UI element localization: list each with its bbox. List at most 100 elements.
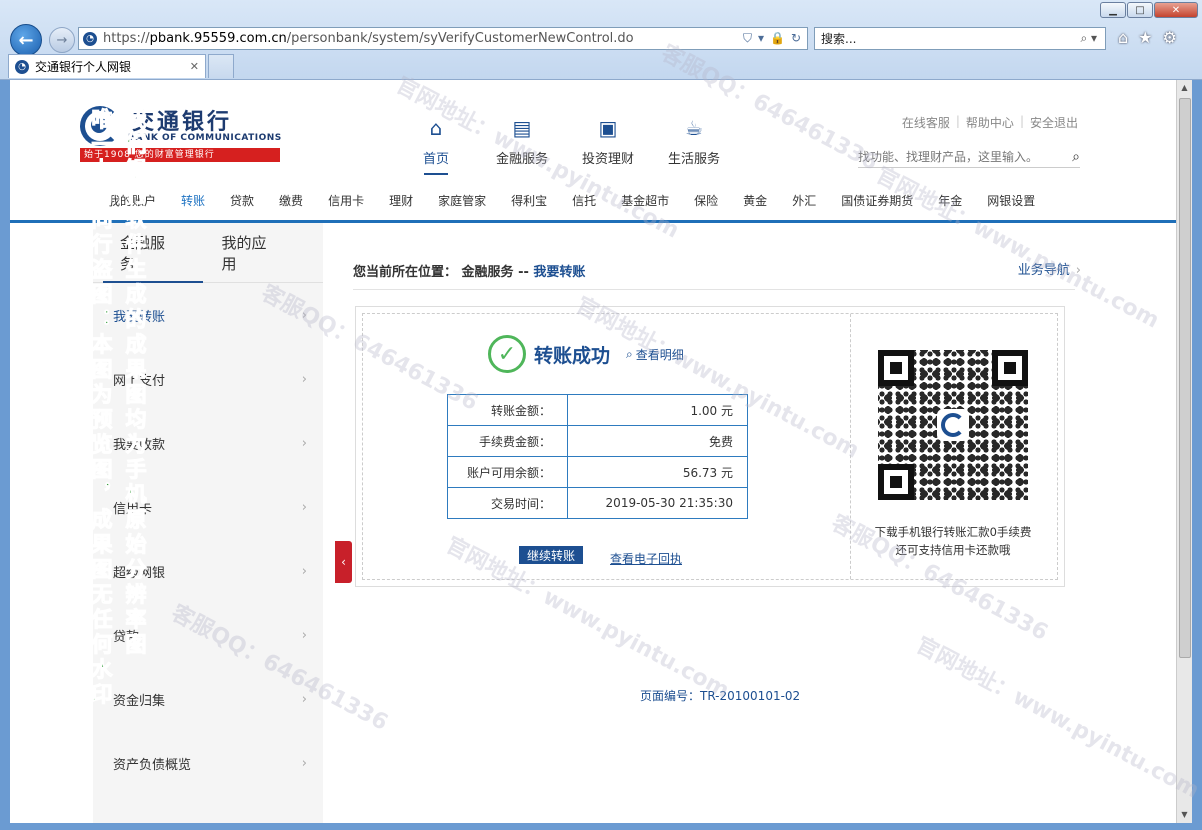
subnav-transfer[interactable]: 转账 [181,192,205,209]
online-service-link[interactable]: 在线客服 [902,114,950,131]
tab-financial-services[interactable]: 金融服务 [120,232,180,274]
menu-item-assets-overview[interactable]: 资产负债概览 › [93,731,323,795]
close-window-button[interactable]: ✕ [1154,2,1198,18]
back-button[interactable]: ← [10,24,42,56]
continue-transfer-button[interactable]: 继续转账 [519,546,583,564]
active-tab-indicator [103,281,203,283]
breadcrumb: 您当前所在位置： 金融服务 -- 我要转账 [353,261,585,280]
scroll-down-icon[interactable]: ▼ [1177,807,1192,823]
topnav-home[interactable]: ⌂ 首页 [408,116,464,175]
url-text[interactable]: https://pbank.95559.com.cn/personbank/sy… [103,31,743,46]
vertical-divider [850,314,851,579]
home-icon[interactable]: ⌂ [1118,28,1128,47]
view-receipt-link[interactable]: 查看电子回执 [610,550,682,567]
subnav-credit-card[interactable]: 信用卡 [328,192,364,209]
vertical-scrollbar[interactable]: ▲ ▼ [1176,80,1192,823]
view-details-link[interactable]: ⌕ 查看明细 [626,346,684,363]
sub-nav: 我的账户 转账 贷款 缴费 信用卡 理财 家庭管家 得利宝 信托 基金超市 保险… [108,192,1060,209]
shield-icon[interactable]: ⛉ [743,31,752,46]
menu-item-cash-pooling[interactable]: 资金归集 › [93,667,323,731]
qr-finder [878,464,914,500]
subnav-gold[interactable]: 黄金 [743,192,767,209]
business-guide-link[interactable]: 业务导航 › [1018,259,1081,278]
subnav-wealth[interactable]: 理财 [389,192,413,209]
site-search-input[interactable]: 找功能、找理财产品，这里输入。 [858,148,1038,165]
tab-title: 交通银行个人网银 [35,60,132,74]
forward-button[interactable]: → [49,27,75,53]
close-tab-icon[interactable]: ✕ [190,60,199,73]
subnav-loan[interactable]: 贷款 [230,192,254,209]
browser-search-placeholder: 搜索... [821,32,857,46]
menu-item-online-payment[interactable]: 网上支付 › [93,347,323,411]
topnav-label: 首页 [422,152,449,167]
subnav-bonds[interactable]: 国债证券期货 [841,192,913,209]
gear-icon[interactable]: ⚙ [1163,28,1177,47]
subnav-annuity[interactable]: 年金 [938,192,962,209]
home-icon: ⌂ [429,116,443,140]
topnav-life[interactable]: ☕ 生活服务 [666,116,722,175]
menu-item-transfer[interactable]: 我要转账 › [93,283,323,347]
left-menu: 我要转账 › 网上支付 › 我要收款 › 信用卡 › 超级网银 › 贷款 › 资金归集 › 资… [93,283,323,795]
dropdown-icon[interactable]: ▾ [758,31,764,46]
browser-search-box[interactable]: 搜索... ⌕ ▾ [814,27,1106,50]
subnav-forex[interactable]: 外汇 [792,192,816,209]
page-viewport: 交通银行 BANK OF COMMUNICATIONS 始于1908 您的财富管… [10,80,1176,823]
field-value: 2019-05-30 21:35:30 [567,487,748,519]
chevron-right-icon: › [301,755,307,771]
chevron-right-icon: › [301,371,307,387]
site-search[interactable]: 找功能、找理财产品，这里输入。 ⌕ [858,146,1080,168]
menu-item-label: 我要收款 [113,437,166,453]
subnav-insurance[interactable]: 保险 [694,192,718,209]
menu-item-label: 资产负债概览 [113,757,192,773]
menu-item-super-ebank[interactable]: 超级网银 › [93,539,323,603]
field-value: 56.73 元 [567,456,748,488]
menu-item-credit-card[interactable]: 信用卡 › [93,475,323,539]
top-nav: ⌂ 首页 ▤ 金融服务 ▣ 投资理财 ☕ 生活服务 [408,116,722,175]
tab-my-apps[interactable]: 我的应用 [222,232,282,274]
star-icon[interactable]: ★ [1138,28,1152,47]
browser-tab[interactable]: ◔ 交通银行个人网银 ✕ [8,54,206,78]
field-value: 免费 [567,425,748,457]
subnav-settings[interactable]: 网银设置 [987,192,1035,209]
window-controls: ▁ □ ✕ [1100,2,1198,18]
divider: | [1019,114,1024,128]
qr-caption-line: 还可支持信用卡还款哦 [895,543,1011,557]
menu-item-loan[interactable]: 贷款 › [93,603,323,667]
success-banner: ✓ 转账成功 ⌕ 查看明细 [488,335,684,373]
business-guide-label: 业务导航 [1017,263,1070,278]
qr-caption-line: 下载手机银行转账汇款0手续费 [874,525,1032,539]
table-row: 手续费金额： 免费 [447,425,748,457]
topnav-finance[interactable]: ▤ 金融服务 [494,116,550,175]
address-bar[interactable]: ◔ https://pbank.95559.com.cn/personbank/… [78,27,808,50]
subnav-family[interactable]: 家庭管家 [438,192,486,209]
scroll-up-icon[interactable]: ▲ [1177,80,1192,96]
subnav-fund[interactable]: 基金超市 [621,192,669,209]
logo-chinese-name: 交通银行 [132,109,233,135]
table-row: 账户可用余额： 56.73 元 [447,456,748,488]
breadcrumb-parent[interactable]: 金融服务 [462,265,514,280]
field-label: 转账金额： [447,394,568,426]
topnav-investment[interactable]: ▣ 投资理财 [580,116,636,175]
minimize-button[interactable]: ▁ [1100,2,1126,18]
subnav-my-account[interactable]: 我的账户 [108,192,156,209]
bank-logo[interactable]: 交通银行 BANK OF COMMUNICATIONS 始于1908 您的财富管… [80,106,285,164]
top-links: 在线客服 | 帮助中心 | 安全退出 [902,114,1078,131]
new-tab-button[interactable] [208,54,234,78]
refresh-icon[interactable]: ↻ [791,31,801,46]
search-icon[interactable]: ⌕ ▾ [1080,31,1105,46]
success-title: 转账成功 [534,344,611,367]
page-number: 页面编号：TR-20100101-02 [640,689,801,703]
lock-icon[interactable]: 🔒 [770,31,785,46]
chevron-right-icon: › [301,307,307,323]
subnav-delibao[interactable]: 得利宝 [511,192,547,209]
subnav-payment[interactable]: 缴费 [279,192,303,209]
subnav-trust[interactable]: 信托 [572,192,596,209]
scroll-thumb[interactable] [1179,98,1191,658]
arrow-left-icon: ← [18,29,34,51]
logo-slogan: 始于1908 您的财富管理银行 [80,148,280,162]
maximize-button[interactable]: □ [1127,2,1153,18]
menu-item-receive[interactable]: 我要收款 › [93,411,323,475]
help-center-link[interactable]: 帮助中心 [966,114,1014,131]
search-icon[interactable]: ⌕ [1072,149,1080,165]
logout-link[interactable]: 安全退出 [1030,114,1078,131]
